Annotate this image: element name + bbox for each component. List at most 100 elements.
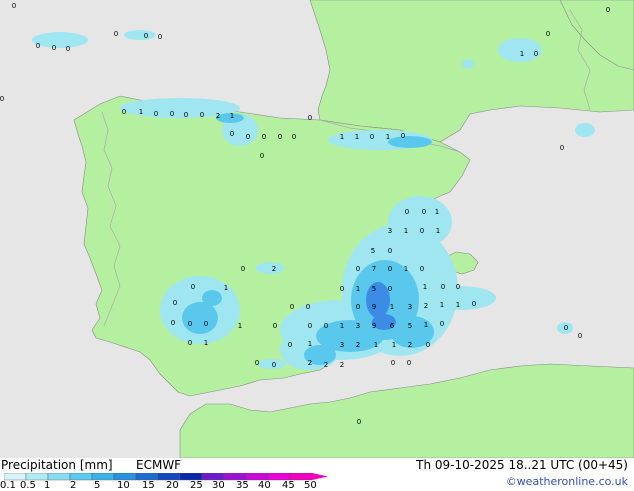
legend-arrow-icon	[312, 473, 328, 480]
point-value-label: 0	[420, 227, 424, 235]
legend-swatch	[25, 473, 49, 481]
point-value-label: 0	[262, 133, 266, 141]
point-value-label: 1	[404, 265, 408, 273]
legend-tick-label: 20	[166, 480, 179, 491]
point-value-label: 9	[372, 303, 376, 311]
point-value-label: 0	[534, 50, 538, 58]
point-value-label: 0	[170, 110, 174, 118]
point-value-label: 0	[246, 133, 250, 141]
point-value-label: 0	[288, 341, 292, 349]
point-value-label: 3	[356, 322, 360, 330]
legend-swatch	[135, 473, 159, 481]
point-value-label: 0	[66, 45, 70, 53]
point-value-label: 0	[290, 303, 294, 311]
point-value-label: 1	[440, 301, 444, 309]
point-value-label: 0	[144, 32, 148, 40]
legend-tick-label: 50	[304, 480, 317, 491]
point-value-label: 3	[388, 227, 392, 235]
point-value-label: 0	[420, 265, 424, 273]
point-value-label: 1	[456, 301, 460, 309]
point-value-label: 0	[200, 111, 204, 119]
point-value-label: 0	[158, 33, 162, 41]
legend-swatch	[91, 473, 115, 481]
point-value-label: 0	[456, 283, 460, 291]
point-value-label: 1	[390, 303, 394, 311]
map-title: Precipitation [mm]	[1, 458, 113, 472]
point-value-label: 9	[372, 322, 376, 330]
point-value-label: 5	[372, 285, 376, 293]
point-value-label: 0	[173, 299, 177, 307]
point-value-label: 2	[216, 112, 220, 120]
point-value-label: 0	[407, 359, 411, 367]
model-name: ECMWF	[136, 458, 182, 472]
legend-tick-label: 10	[117, 480, 130, 491]
point-value-label: 1	[435, 208, 439, 216]
point-value-label: 1	[392, 341, 396, 349]
point-value-label: 1	[436, 227, 440, 235]
point-value-label: 0	[278, 133, 282, 141]
point-value-label: 0	[12, 2, 16, 10]
point-value-label: 2	[408, 341, 412, 349]
point-value-label: 3	[408, 303, 412, 311]
point-value-label: 0	[0, 95, 4, 103]
point-value-label: 0	[405, 208, 409, 216]
legend-tick-label: 25	[190, 480, 203, 491]
legend-tick-label: 30	[212, 480, 225, 491]
point-value-label: 0	[401, 132, 405, 140]
point-value-label: 0	[188, 320, 192, 328]
point-value-label: 2	[324, 361, 328, 369]
point-value-label: 0	[308, 322, 312, 330]
point-value-label: 1	[308, 340, 312, 348]
point-value-label: 0	[114, 30, 118, 38]
legend-swatch	[47, 473, 71, 481]
point-value-label: 0	[564, 324, 568, 332]
point-value-label: 1	[340, 133, 344, 141]
point-value-label: 6	[390, 322, 395, 330]
point-value-label: 0	[340, 285, 344, 293]
legend-swatch	[267, 473, 291, 481]
point-value-label: 0	[440, 320, 444, 328]
point-value-label: 0	[171, 319, 175, 327]
point-value-label: 2	[308, 359, 312, 367]
point-value-label: 0	[292, 133, 296, 141]
point-value-label: 0	[426, 341, 430, 349]
point-value-label: 0	[422, 208, 426, 216]
point-value-label: 0	[204, 320, 208, 328]
legend-tick-label: 0.5	[20, 480, 36, 491]
point-value-label: 2	[356, 341, 360, 349]
point-value-label: 0	[308, 114, 312, 122]
valid-time: Th 09-10-2025 18..21 UTC (00+45)	[416, 458, 628, 472]
point-value-label: 0	[154, 110, 158, 118]
point-value-label: 1	[424, 321, 428, 329]
point-value-label: 1	[423, 283, 427, 291]
point-value-label: 0	[578, 332, 582, 340]
point-value-label: 1	[355, 133, 359, 141]
point-value-label: 0	[272, 361, 276, 369]
credit-link[interactable]: ©weatheronline.co.uk	[506, 475, 628, 489]
legend-swatch	[4, 473, 27, 481]
point-value-label: 0	[356, 265, 360, 273]
point-value-label: 1	[238, 322, 242, 330]
legend-swatch	[157, 473, 181, 481]
point-value-label: 0	[255, 359, 259, 367]
point-value-label: 7	[372, 265, 376, 273]
legend-tick-label: 40	[258, 480, 271, 491]
point-value-label: 1	[386, 133, 390, 141]
point-value-label: 0	[560, 144, 564, 152]
point-value-label: 0	[52, 44, 56, 52]
point-value-label: 0	[122, 108, 126, 116]
point-value-label: 0	[472, 300, 476, 308]
point-value-label: 0	[306, 303, 310, 311]
point-value-label: 0	[184, 111, 188, 119]
point-value-label: 2	[424, 302, 428, 310]
legend-tick-label: 0.1	[0, 480, 16, 491]
point-value-label: 0	[370, 133, 374, 141]
point-value-label: 1	[139, 108, 143, 116]
legend-swatch	[223, 473, 247, 481]
legend-tick-label: 35	[236, 480, 249, 491]
point-value-label: 5	[408, 322, 412, 330]
point-value-label: 0	[324, 322, 328, 330]
point-value-label: 1	[224, 284, 228, 292]
point-value-label: 1	[356, 285, 360, 293]
point-value-label: 0	[191, 283, 195, 291]
